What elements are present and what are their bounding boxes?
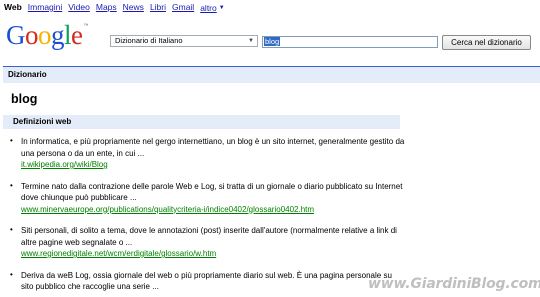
google-logo[interactable]: G o o g l e ™ <box>6 22 88 49</box>
bullet-icon: • <box>10 180 13 190</box>
definition-text: In informatica, e più propriamente nel g… <box>21 137 405 158</box>
definition-text: Deriva da weB Log, ossia giornale del we… <box>21 270 392 292</box>
definition-text: Termine nato dalla contrazione delle par… <box>21 181 403 203</box>
bullet-icon: • <box>10 269 13 279</box>
chevron-down-icon: ▼ <box>248 38 254 44</box>
top-nav: Web Immagini Video Maps News Libri Gmail… <box>4 2 225 13</box>
nav-immagini[interactable]: Immagini <box>28 2 62 13</box>
bullet-icon: • <box>10 225 13 234</box>
logo-letter: G <box>6 20 26 50</box>
section-title: Dizionario <box>3 66 540 83</box>
definition-link[interactable]: www.minervaeurope.org/publications/quali… <box>21 204 406 216</box>
definition-item: • Termine nato dalla contrazione delle p… <box>6 181 406 216</box>
logo-letter: o <box>38 20 52 50</box>
definition-item: • Siti personali, di solito a tema, dove… <box>6 225 406 260</box>
chevron-down-icon: ▼ <box>218 4 225 11</box>
dictionary-select[interactable]: Dizionario di Italiano ▼ <box>110 35 258 47</box>
search-button[interactable]: Cerca nel dizionario <box>442 35 531 50</box>
definition-text: Siti personali, di solito a tema, dove l… <box>21 226 397 247</box>
dictionary-select-value: Dizionario di Italiano <box>115 36 183 45</box>
logo-letter: g <box>51 20 65 50</box>
definitions-list: • In informatica, e più propriamente nel… <box>6 136 406 297</box>
definition-item: • Deriva da weB Log, ossia giornale del … <box>6 270 406 293</box>
logo-letter: l <box>64 20 72 50</box>
nav-news[interactable]: News <box>123 2 144 13</box>
nav-more[interactable]: altro ▼ <box>200 2 225 13</box>
nav-web[interactable]: Web <box>4 2 22 13</box>
logo-letter: e <box>71 20 83 50</box>
watermark: www.GiardiniBlog.com <box>368 276 540 292</box>
nav-maps[interactable]: Maps <box>96 2 117 13</box>
definition-item: • In informatica, e più propriamente nel… <box>6 136 406 171</box>
logo-letter: o <box>25 20 39 50</box>
definition-link[interactable]: it.wikipedia.org/wiki/Blog <box>21 159 406 171</box>
web-definitions-header: Definizioni web <box>3 115 400 129</box>
nav-more-label[interactable]: altro <box>200 3 217 13</box>
bullet-icon: • <box>10 136 13 145</box>
search-query: blog <box>264 37 281 46</box>
search-input[interactable]: blog <box>262 36 438 48</box>
entry-term: blog <box>11 92 38 106</box>
logo-trademark: ™ <box>83 23 89 29</box>
nav-video[interactable]: Video <box>68 2 90 13</box>
definition-link[interactable]: www.regionedigitale.net/wcm/erdigitale/g… <box>21 248 406 260</box>
nav-gmail[interactable]: Gmail <box>172 2 194 13</box>
nav-libri[interactable]: Libri <box>150 2 166 13</box>
